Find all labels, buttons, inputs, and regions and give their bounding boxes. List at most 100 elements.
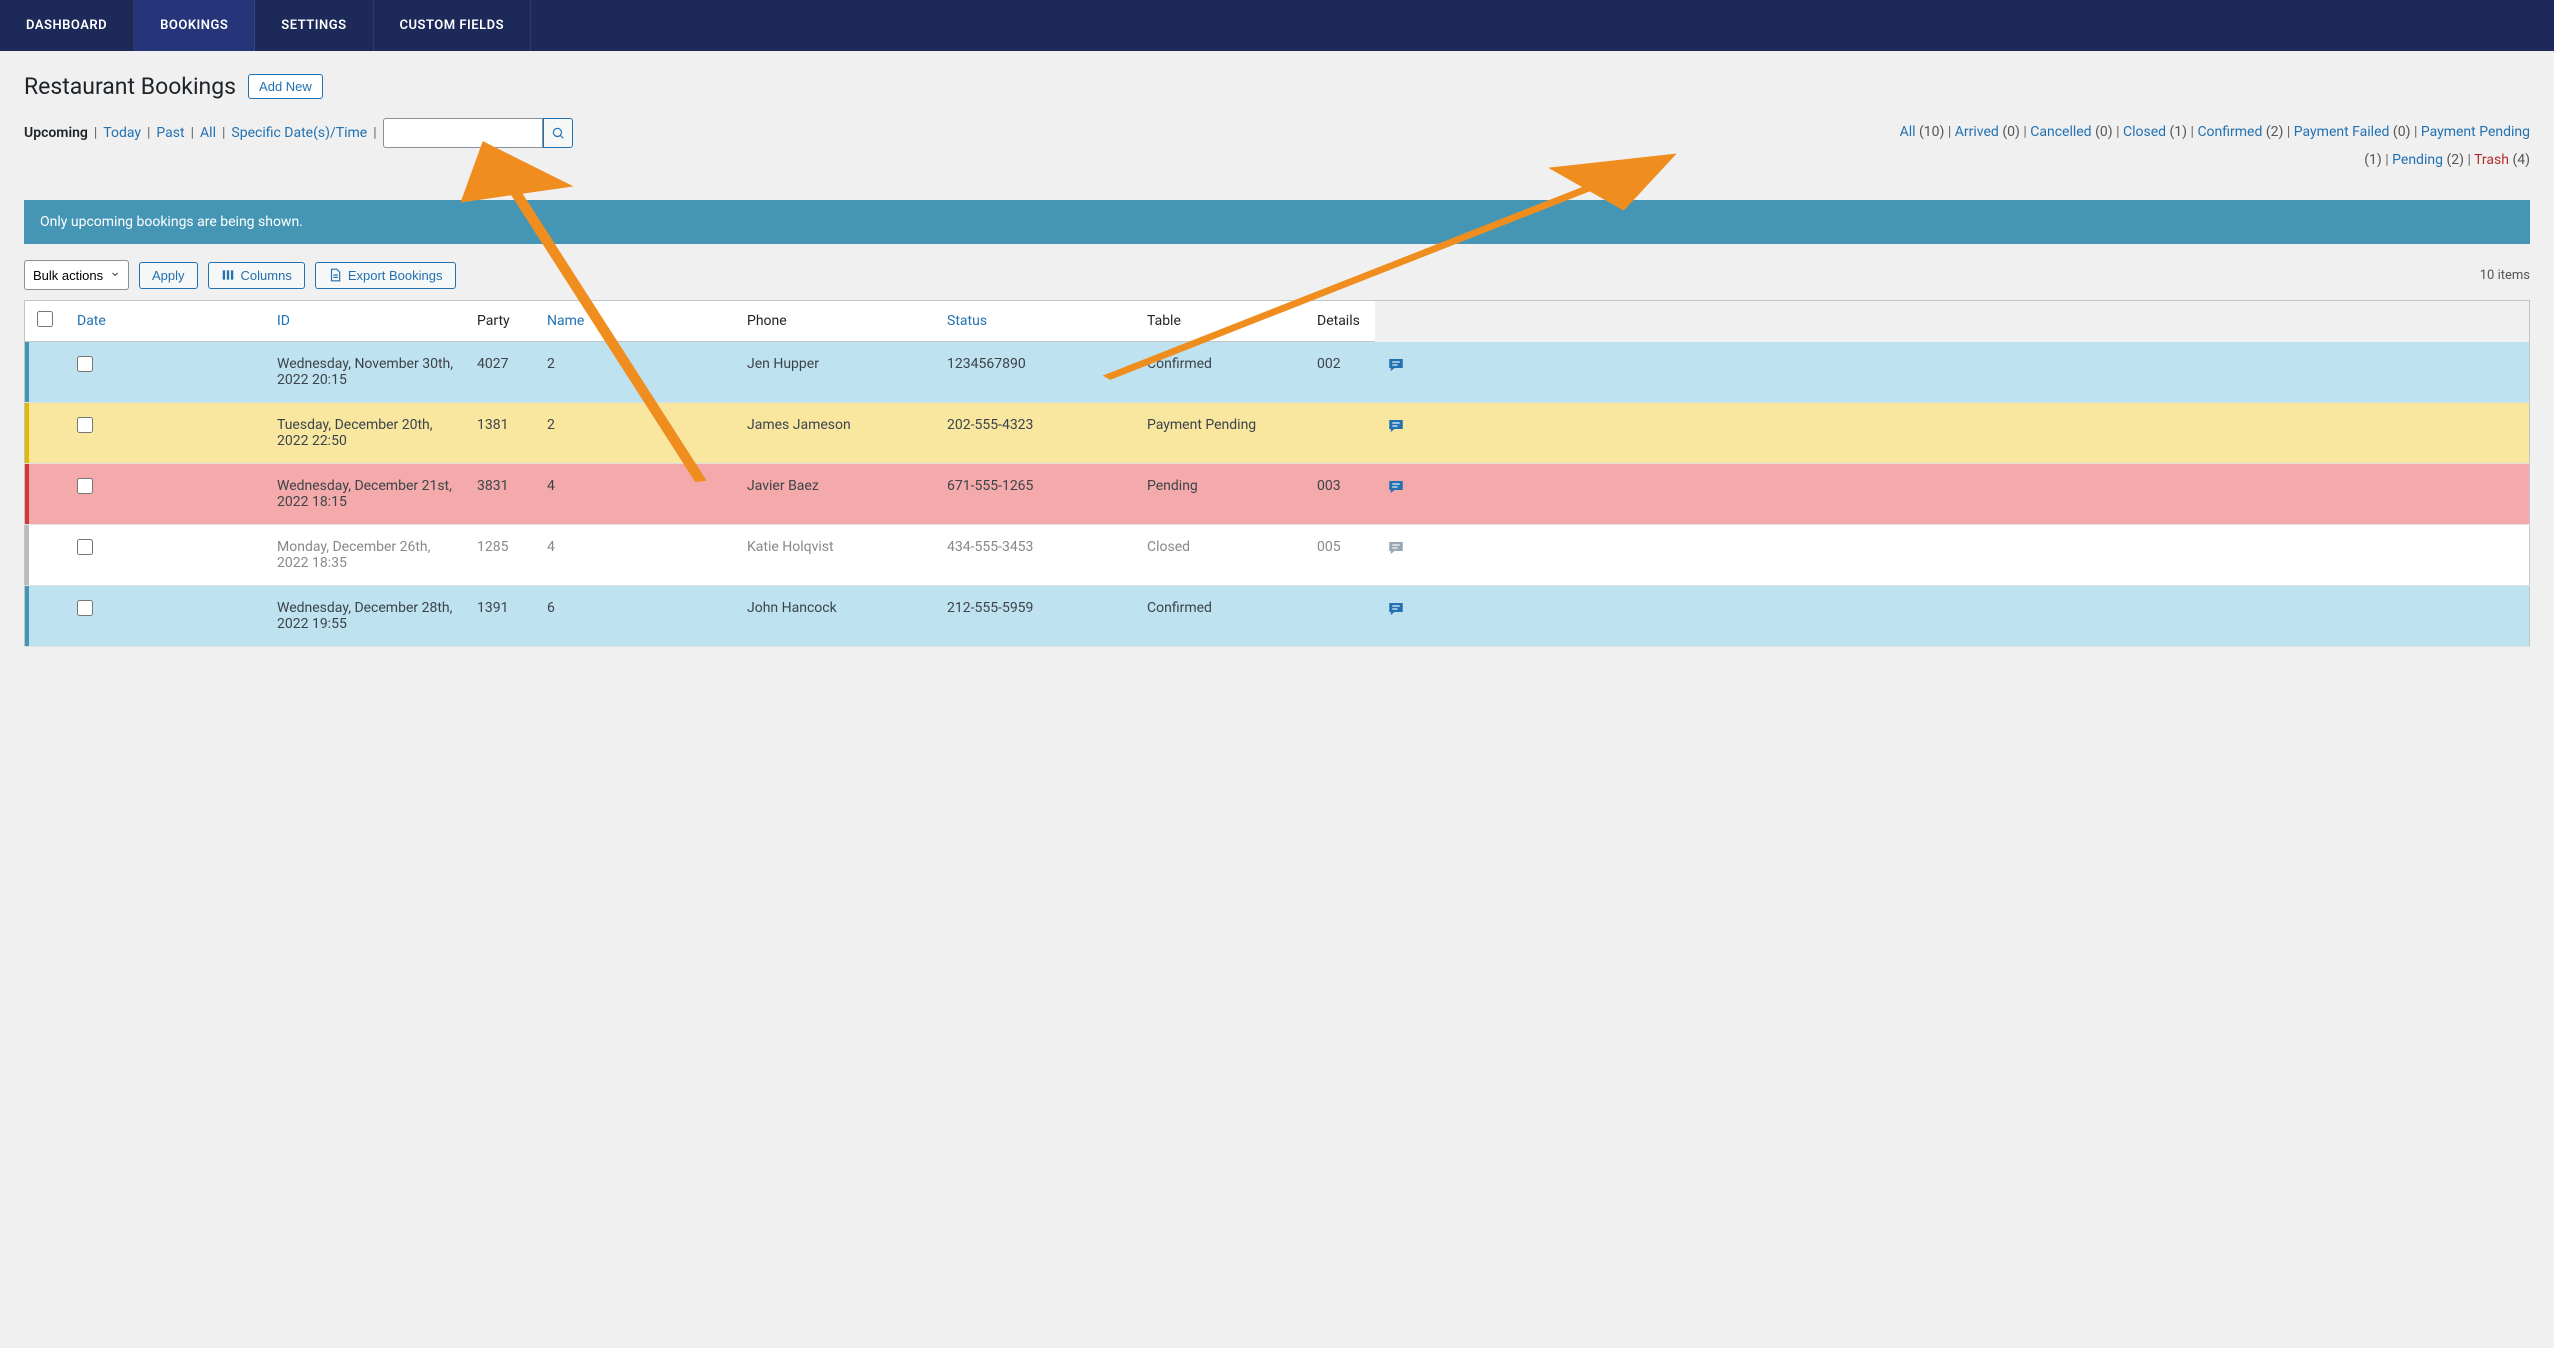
status-trash[interactable]: Trash — [2474, 152, 2509, 168]
row-checkbox[interactable] — [77, 356, 93, 372]
row-checkbox[interactable] — [77, 600, 93, 616]
cell-date: Wednesday, December 21st, 2022 18:15 — [265, 464, 465, 525]
bulk-actions-select[interactable]: Bulk actions — [24, 260, 129, 290]
cell-id: 1381 — [465, 403, 535, 464]
col-party: Party — [465, 301, 535, 342]
cell-table: 002 — [1305, 342, 1375, 403]
message-icon — [1387, 478, 1405, 496]
filter-today[interactable]: Today — [103, 125, 141, 141]
cell-party: 4 — [535, 525, 735, 586]
col-phone: Phone — [735, 301, 935, 342]
cell-table — [1305, 403, 1375, 464]
status-pending[interactable]: Pending — [2392, 152, 2443, 168]
page-title: Restaurant Bookings — [24, 73, 236, 100]
status-all[interactable]: All — [1900, 124, 1916, 140]
cell-table — [1305, 586, 1375, 647]
top-nav: DASHBOARD BOOKINGS SETTINGS CUSTOM FIELD… — [0, 0, 2554, 51]
cell-table: 005 — [1305, 525, 1375, 586]
select-all-checkbox[interactable] — [37, 311, 53, 327]
cell-name: John Hancock — [735, 586, 935, 647]
row-checkbox[interactable] — [77, 478, 93, 494]
message-icon — [1387, 600, 1405, 618]
nav-bookings[interactable]: BOOKINGS — [134, 0, 255, 51]
cell-status: Pending — [1135, 464, 1305, 525]
status-payment-failed[interactable]: Payment Failed — [2294, 124, 2390, 140]
status-payment-pending[interactable]: Payment Pending — [2421, 124, 2530, 140]
cell-phone: 671-555-1265 — [935, 464, 1135, 525]
table-row[interactable]: Wednesday, December 28th, 2022 19:55 139… — [25, 586, 2530, 647]
add-new-button[interactable]: Add New — [248, 74, 323, 99]
message-icon — [1387, 417, 1405, 435]
row-checkbox[interactable] — [77, 539, 93, 555]
filter-all[interactable]: All — [200, 125, 216, 141]
search-icon — [551, 126, 565, 140]
cell-name: James Jameson — [735, 403, 935, 464]
details-button[interactable] — [1387, 606, 1405, 622]
export-button[interactable]: Export Bookings — [315, 262, 456, 289]
notice-banner: Only upcoming bookings are being shown. — [24, 200, 2530, 244]
cell-id: 1285 — [465, 525, 535, 586]
nav-dashboard[interactable]: DASHBOARD — [0, 0, 134, 51]
col-status[interactable]: Status — [935, 301, 1135, 342]
cell-status: Confirmed — [1135, 586, 1305, 647]
apply-button[interactable]: Apply — [139, 262, 198, 289]
details-button[interactable] — [1387, 484, 1405, 500]
cell-party: 2 — [535, 342, 735, 403]
status-cancelled[interactable]: Cancelled — [2030, 124, 2091, 140]
table-row[interactable]: Wednesday, November 30th, 2022 20:15 402… — [25, 342, 2530, 403]
cell-party: 2 — [535, 403, 735, 464]
bookings-table: Date ID Party Name Phone Status Table De… — [24, 300, 2530, 647]
details-button[interactable] — [1387, 423, 1405, 439]
cell-id: 3831 — [465, 464, 535, 525]
cell-date: Wednesday, December 28th, 2022 19:55 — [265, 586, 465, 647]
nav-settings[interactable]: SETTINGS — [255, 0, 373, 51]
status-closed[interactable]: Closed — [2123, 124, 2166, 140]
cell-name: Javier Baez — [735, 464, 935, 525]
row-checkbox[interactable] — [77, 417, 93, 433]
search-button[interactable] — [543, 118, 573, 148]
cell-phone: 434-555-3453 — [935, 525, 1135, 586]
cell-name: Katie Holqvist — [735, 525, 935, 586]
cell-phone: 212-555-5959 — [935, 586, 1135, 647]
filter-past[interactable]: Past — [156, 125, 184, 141]
cell-id: 4027 — [465, 342, 535, 403]
nav-custom-fields[interactable]: CUSTOM FIELDS — [374, 0, 532, 51]
date-filter-bar: Upcoming | Today | Past | All | Specific… — [24, 118, 573, 148]
cell-party: 4 — [535, 464, 735, 525]
status-filter-bar: All (10) | Arrived (0) | Cancelled (0) |… — [1880, 118, 2530, 174]
message-icon — [1387, 539, 1405, 557]
col-table: Table — [1135, 301, 1305, 342]
col-date[interactable]: Date — [65, 301, 265, 342]
cell-status: Closed — [1135, 525, 1305, 586]
table-row[interactable]: Tuesday, December 20th, 2022 22:50 1381 … — [25, 403, 2530, 464]
cell-status: Payment Pending — [1135, 403, 1305, 464]
details-button[interactable] — [1387, 545, 1405, 561]
filter-specific-date[interactable]: Specific Date(s)/Time — [231, 125, 367, 141]
export-icon — [328, 268, 342, 282]
cell-id: 1391 — [465, 586, 535, 647]
cell-date: Wednesday, November 30th, 2022 20:15 — [265, 342, 465, 403]
table-row[interactable]: Monday, December 26th, 2022 18:35 1285 4… — [25, 525, 2530, 586]
items-count: 10 items — [2480, 268, 2530, 283]
filter-upcoming[interactable]: Upcoming — [24, 125, 88, 141]
message-icon — [1387, 356, 1405, 374]
cell-name: Jen Hupper — [735, 342, 935, 403]
cell-party: 6 — [535, 586, 735, 647]
col-name[interactable]: Name — [535, 301, 735, 342]
status-arrived[interactable]: Arrived — [1955, 124, 1999, 140]
cell-table: 003 — [1305, 464, 1375, 525]
cell-phone: 1234567890 — [935, 342, 1135, 403]
table-actions: Bulk actions Apply Columns Export Bookin… — [24, 260, 456, 290]
cell-status: Confirmed — [1135, 342, 1305, 403]
cell-date: Monday, December 26th, 2022 18:35 — [265, 525, 465, 586]
cell-date: Tuesday, December 20th, 2022 22:50 — [265, 403, 465, 464]
search-input[interactable] — [383, 118, 543, 148]
table-row[interactable]: Wednesday, December 21st, 2022 18:15 383… — [25, 464, 2530, 525]
col-details: Details — [1305, 301, 1375, 342]
details-button[interactable] — [1387, 362, 1405, 378]
cell-phone: 202-555-4323 — [935, 403, 1135, 464]
status-confirmed[interactable]: Confirmed — [2197, 124, 2262, 140]
columns-button[interactable]: Columns — [208, 262, 305, 289]
col-id[interactable]: ID — [265, 301, 465, 342]
columns-icon — [221, 268, 235, 282]
